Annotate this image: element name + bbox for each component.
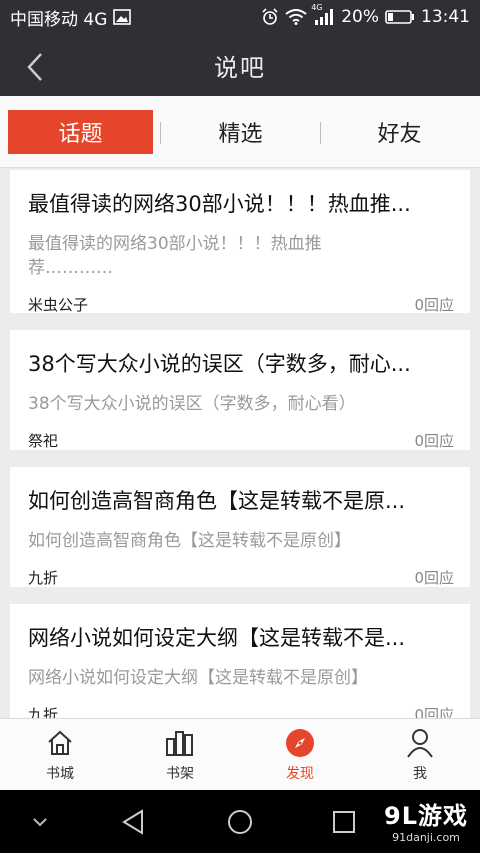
post-summary: 如何创造高智商角色【这是转载不是原创】 xyxy=(28,531,351,551)
wifi-icon xyxy=(285,9,307,25)
title-bar: 说吧 xyxy=(0,34,480,96)
post-summary: 网络小说如何设定大纲【这是转载不是原创】 xyxy=(28,668,368,688)
chevron-left-icon xyxy=(27,53,42,81)
square-recents-icon xyxy=(333,811,355,833)
battery-percent: 20% xyxy=(341,7,379,27)
person-icon xyxy=(404,727,436,759)
post-reply-count: 0回应 xyxy=(414,432,454,450)
home-icon xyxy=(44,727,76,759)
nav-item-me[interactable]: 我 xyxy=(360,719,480,790)
watermark-domain: 91danji.com xyxy=(392,831,460,844)
network-badge: 4G xyxy=(311,3,323,12)
tab-friends[interactable]: 好友 xyxy=(327,110,472,154)
post-author[interactable]: 九折 xyxy=(28,704,58,718)
post-author[interactable]: 祭祀 xyxy=(28,430,58,451)
page-title: 说吧 xyxy=(214,53,266,82)
nav-label: 书城 xyxy=(46,765,74,782)
nav-label: 书架 xyxy=(166,765,194,782)
post-card[interactable]: 网络小说如何设定大纲【这是转载不是... 网络小说如何设定大纲【这是转载不是原创… xyxy=(10,604,470,718)
post-author[interactable]: 九折 xyxy=(28,567,58,588)
circle-home-icon xyxy=(228,810,252,834)
post-author[interactable]: 米虫公子 xyxy=(28,294,88,315)
system-recents-button[interactable] xyxy=(326,804,362,840)
clock-time: 13:41 xyxy=(421,7,470,27)
post-card[interactable]: 最值得读的网络30部小说！！！热血推... 最值得读的网络30部小说！！！热血推… xyxy=(10,170,470,315)
watermark-brand: 9L游戏 xyxy=(384,802,468,830)
watermark-logo: 9L游戏 91danji.com xyxy=(384,796,468,844)
nav-item-bookshelf[interactable]: 书架 xyxy=(120,719,240,790)
tab-featured[interactable]: 精选 xyxy=(168,110,313,154)
post-reply-count: 0回应 xyxy=(414,296,454,314)
hide-nav-button[interactable] xyxy=(22,804,58,840)
post-reply-count: 0回应 xyxy=(414,706,454,718)
nav-item-bookstore[interactable]: 书城 xyxy=(0,719,120,790)
post-summary: 38个写大众小说的误区（字数多，耐心看） xyxy=(28,394,356,414)
tab-divider xyxy=(320,122,321,144)
status-bar: 中国移动 4G 4G 20% 13:41 xyxy=(0,0,480,34)
post-summary: 最值得读的网络30部小说！！！热血推荐………… xyxy=(28,234,322,278)
nav-label: 发现 xyxy=(286,765,314,782)
carrier-label: 中国移动 4G xyxy=(10,9,108,30)
post-title: 如何创造高智商角色【这是转载不是原... xyxy=(28,489,406,513)
nav-label: 我 xyxy=(413,765,427,782)
bookshelf-icon xyxy=(164,727,196,759)
post-title: 网络小说如何设定大纲【这是转载不是... xyxy=(28,626,406,650)
tab-bar: 话题 精选 好友 xyxy=(0,96,480,168)
system-home-button[interactable] xyxy=(222,804,258,840)
signal-icon: 4G xyxy=(311,3,335,25)
post-title: 38个写大众小说的误区（字数多，耐心... xyxy=(28,352,411,376)
post-reply-count: 0回应 xyxy=(414,569,454,587)
image-notification-icon xyxy=(113,9,132,25)
system-nav-bar: 9L游戏 91danji.com xyxy=(0,790,480,853)
alarm-icon xyxy=(261,8,279,26)
battery-icon xyxy=(385,9,415,25)
system-back-button[interactable] xyxy=(115,804,151,840)
back-button[interactable] xyxy=(18,50,52,84)
chevron-down-icon xyxy=(33,818,47,827)
post-card[interactable]: 38个写大众小说的误区（字数多，耐心... 38个写大众小说的误区（字数多，耐心… xyxy=(10,330,470,450)
post-title: 最值得读的网络30部小说！！！热血推... xyxy=(28,192,411,216)
bottom-nav: 书城 书架 发现 我 xyxy=(0,718,480,790)
post-card[interactable]: 如何创造高智商角色【这是转载不是原... 如何创造高智商角色【这是转载不是原创】… xyxy=(10,467,470,587)
triangle-back-icon xyxy=(122,809,143,835)
tab-divider xyxy=(160,122,161,144)
compass-icon xyxy=(284,727,316,759)
post-list[interactable]: 最值得读的网络30部小说！！！热血推... 最值得读的网络30部小说！！！热血推… xyxy=(0,168,480,718)
nav-item-discover[interactable]: 发现 xyxy=(240,719,360,790)
tab-topics[interactable]: 话题 xyxy=(8,110,153,154)
